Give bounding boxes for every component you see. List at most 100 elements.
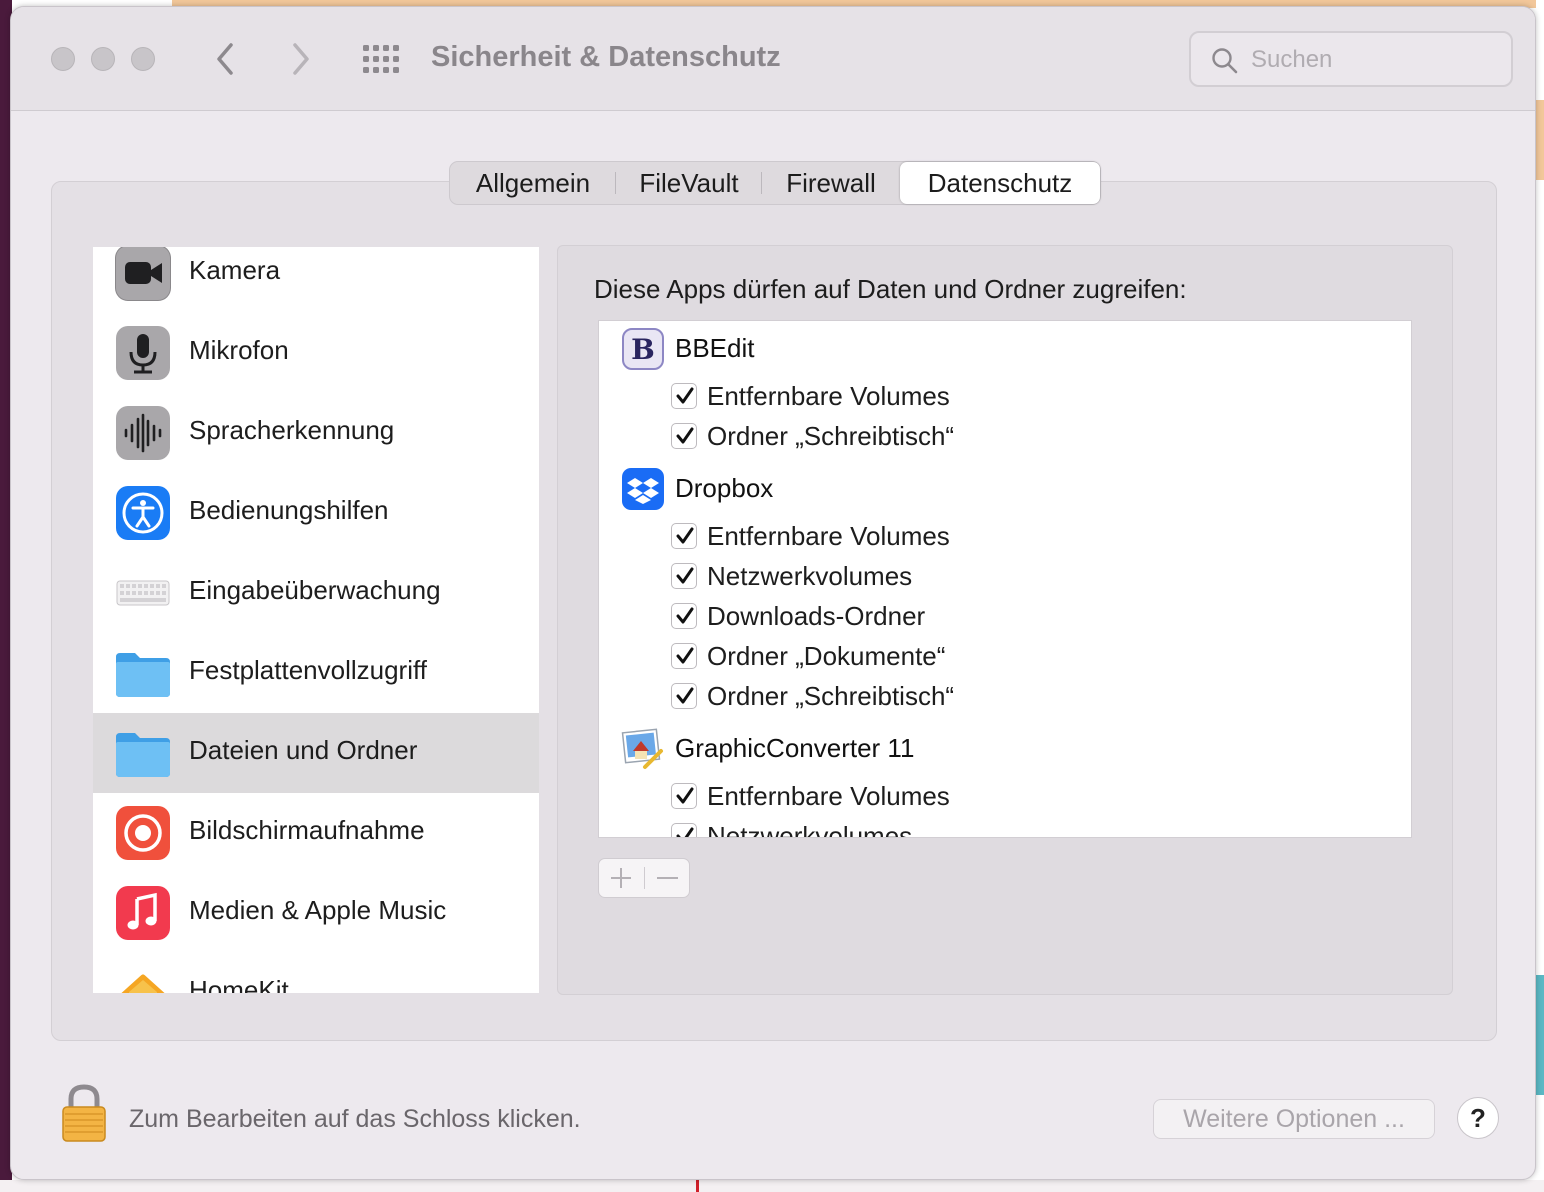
permission-row[interactable]: Entfernbare Volumes: [599, 377, 1411, 417]
permission-label: Netzwerkvolumes: [707, 821, 913, 838]
sidebar-item-mikrofon[interactable]: Mikrofon: [93, 313, 539, 393]
sidebar-item-bedienungshilfen[interactable]: Bedienungshilfen: [93, 473, 539, 553]
sidebar-item-label: HomeKit: [189, 975, 289, 993]
sidebar-item-eingabeueberwachung[interactable]: Eingabeüberwachung: [93, 553, 539, 633]
permission-row[interactable]: Netzwerkvolumes: [599, 817, 1411, 838]
search-field[interactable]: [1189, 31, 1513, 87]
permission-row[interactable]: Downloads-Ordner: [599, 597, 1411, 637]
svg-text:B: B: [631, 333, 655, 366]
tab-bar: Allgemein FileVault Firewall Datenschutz: [449, 161, 1101, 205]
sidebar-item-kamera[interactable]: Kamera: [93, 247, 539, 313]
back-button[interactable]: [207, 37, 243, 81]
permission-label: Entfernbare Volumes: [707, 381, 950, 411]
app-name: GraphicConverter 11: [675, 733, 915, 763]
desktop-background-bottom: [0, 1180, 1544, 1192]
microphone-icon: [116, 326, 170, 380]
tab-allgemein[interactable]: Allgemein: [450, 162, 616, 204]
permission-label: Ordner „Dokumente“: [707, 641, 946, 671]
permission-row[interactable]: Ordner „Schreibtisch“: [599, 677, 1411, 717]
sidebar-item-label: Spracherkennung: [189, 415, 395, 445]
permission-checkbox[interactable]: [671, 523, 697, 549]
folder-icon: [116, 653, 170, 697]
permission-checkbox[interactable]: [671, 563, 697, 589]
zoom-window-button[interactable]: [131, 47, 155, 71]
lock-hint-text: Zum Bearbeiten auf das Schloss klicken.: [129, 1105, 581, 1133]
dropbox-icon: [622, 468, 664, 510]
sidebar-item-label: Eingabeüberwachung: [189, 575, 441, 605]
chevron-left-icon: [217, 43, 233, 75]
desktop-background-right: [1536, 0, 1544, 1192]
sidebar-item-spracherkennung[interactable]: Spracherkennung: [93, 393, 539, 473]
sidebar-item-dateien-und-ordner[interactable]: Dateien und Ordner: [93, 713, 539, 793]
sidebar-item-label: Dateien und Ordner: [189, 735, 418, 765]
search-icon: [1212, 48, 1238, 74]
graphicconverter-icon: [621, 728, 663, 769]
more-options-button[interactable]: Weitere Optionen ...: [1153, 1099, 1435, 1139]
permission-checkbox[interactable]: [671, 603, 697, 629]
sidebar-item-label: Kamera: [189, 255, 281, 285]
permission-label: Entfernbare Volumes: [707, 521, 950, 551]
sidebar-item-label: Festplattenvollzugriff: [189, 655, 427, 685]
permission-row[interactable]: Ordner „Dokumente“: [599, 637, 1411, 677]
app-name: Dropbox: [675, 473, 774, 503]
permission-label: Netzwerkvolumes: [707, 561, 913, 591]
app-permission-list[interactable]: B BBEdit Entfernbare Volumes Ordner „Sch…: [598, 320, 1412, 838]
waveform-icon: [116, 406, 170, 460]
app-row-graphicconverter[interactable]: GraphicConverter 11: [599, 723, 1411, 773]
sidebar-item-label: Mikrofon: [189, 335, 289, 365]
close-window-button[interactable]: [51, 47, 75, 71]
sidebar-item-medien-apple-music[interactable]: Medien & Apple Music: [93, 873, 539, 953]
sidebar-item-label: Bildschirmaufnahme: [189, 815, 425, 845]
permission-checkbox[interactable]: [671, 783, 697, 809]
permission-label: Ordner „Schreibtisch“: [707, 681, 955, 711]
sidebar-item-label: Medien & Apple Music: [189, 895, 447, 925]
help-button[interactable]: ?: [1457, 1097, 1499, 1139]
sidebar-item-homekit[interactable]: HomeKit: [93, 953, 539, 993]
minimize-window-button[interactable]: [91, 47, 115, 71]
permission-label: Downloads-Ordner: [707, 601, 926, 631]
music-icon: [116, 886, 170, 940]
minus-icon: [657, 877, 678, 879]
tab-datenschutz[interactable]: Datenschutz: [900, 162, 1100, 204]
screen-record-icon: [116, 806, 170, 860]
add-app-button[interactable]: [599, 859, 644, 897]
sidebar-item-festplattenvollzugriff[interactable]: Festplattenvollzugriff: [93, 633, 539, 713]
home-icon: [116, 966, 170, 993]
add-remove-control: [598, 858, 690, 898]
permission-label: Ordner „Schreibtisch“: [707, 421, 955, 451]
permission-checkbox[interactable]: [671, 423, 697, 449]
app-name: BBEdit: [675, 333, 755, 363]
plus-icon: [611, 868, 631, 888]
padlock-icon: [62, 1084, 106, 1142]
chevron-right-icon: [293, 43, 309, 75]
title-bar: Sicherheit & Datenschutz: [11, 7, 1535, 111]
permission-label: Entfernbare Volumes: [707, 781, 950, 811]
show-all-grid-icon[interactable]: [363, 45, 399, 73]
app-row-bbedit[interactable]: B BBEdit: [599, 323, 1411, 373]
privacy-category-list[interactable]: Kamera Mikrofon Spracherkennung Bedienun…: [93, 247, 539, 993]
files-folders-pane: Diese Apps dürfen auf Daten und Ordner z…: [557, 245, 1453, 995]
keyboard-icon: [116, 580, 170, 606]
lock-button[interactable]: [59, 1083, 109, 1143]
permission-row[interactable]: Ordner „Schreibtisch“: [599, 417, 1411, 457]
permission-checkbox[interactable]: [671, 383, 697, 409]
preferences-window: Sicherheit & Datenschutz Allgemein FileV…: [10, 6, 1536, 1180]
remove-app-button[interactable]: [645, 859, 690, 897]
tab-firewall[interactable]: Firewall: [762, 162, 900, 204]
permission-checkbox[interactable]: [671, 683, 697, 709]
permission-checkbox[interactable]: [671, 823, 697, 837]
pane-heading: Diese Apps dürfen auf Daten und Ordner z…: [594, 274, 1187, 304]
app-row-dropbox[interactable]: Dropbox: [599, 463, 1411, 513]
search-input[interactable]: [1251, 43, 1501, 77]
tab-filevault[interactable]: FileVault: [616, 162, 762, 204]
permission-row[interactable]: Entfernbare Volumes: [599, 777, 1411, 817]
forward-button[interactable]: [283, 37, 319, 81]
permission-checkbox[interactable]: [671, 643, 697, 669]
sidebar-item-label: Bedienungshilfen: [189, 495, 389, 525]
bbedit-icon: B: [622, 328, 664, 370]
permission-row[interactable]: Entfernbare Volumes: [599, 517, 1411, 557]
permission-row[interactable]: Netzwerkvolumes: [599, 557, 1411, 597]
accessibility-icon: [116, 486, 170, 540]
sidebar-item-bildschirmaufnahme[interactable]: Bildschirmaufnahme: [93, 793, 539, 873]
window-title: Sicherheit & Datenschutz: [431, 41, 781, 73]
